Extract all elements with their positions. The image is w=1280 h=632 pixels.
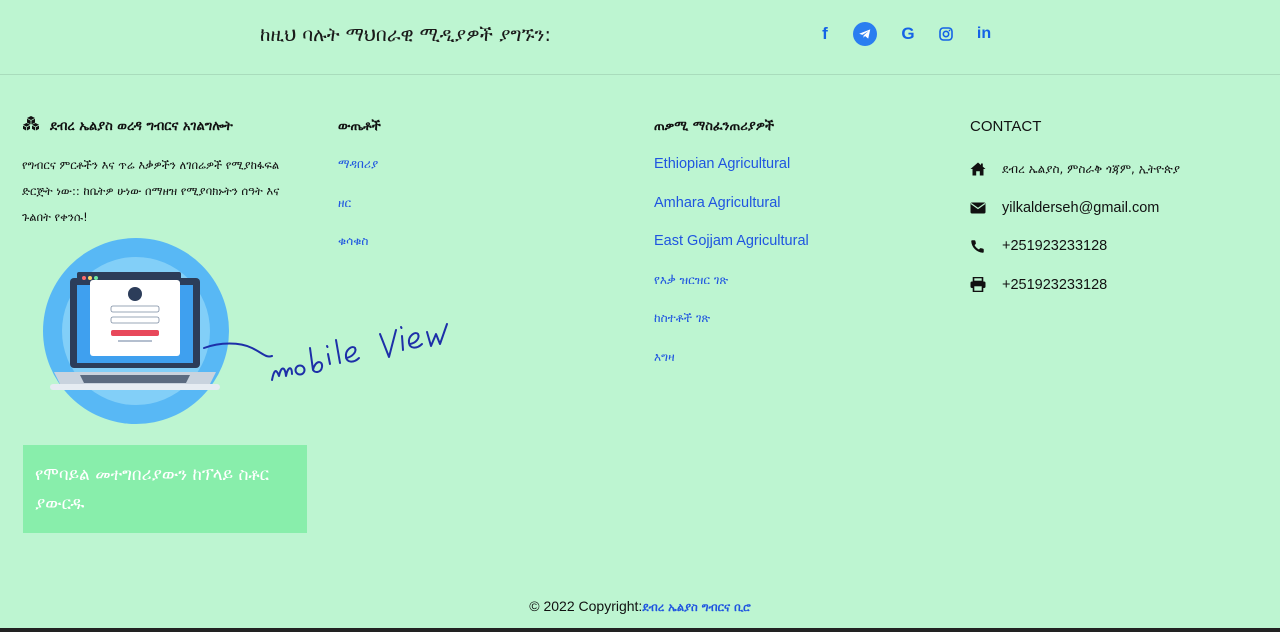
mobile-view-illustration bbox=[30, 236, 490, 436]
link-amhara-agricultural[interactable]: Amhara Agricultural bbox=[654, 189, 954, 228]
footer: © 2022 Copyright:ደብረ ኤልያስ ግብርና ቢሮ bbox=[0, 598, 1280, 615]
contact-address-text: ደብረ ኤልያስ, ምስራቅ ጎጃም, ኢትዮጵያ bbox=[1002, 161, 1181, 176]
contact-email-text[interactable]: yilkalderseh@gmail.com bbox=[1002, 200, 1159, 216]
social-bar: ከዚህ ባሉት ማህበራዊ ሚዲያዎች ያግኙን: f G in bbox=[0, 0, 1280, 75]
home-icon bbox=[970, 162, 1002, 176]
facebook-icon[interactable]: f bbox=[812, 20, 838, 48]
about-heading: ደብረ ኤልያስ ወረዳ ግብርና አገልግሎት bbox=[22, 116, 312, 138]
contact-fax: +251923233128 bbox=[970, 266, 1270, 305]
contact-section: CONTACT ደብረ ኤልያስ, ምስራቅ ጎጃም, ኢትዮጵያ yilkal… bbox=[970, 116, 1270, 304]
products-link-seed[interactable]: ዘር bbox=[338, 189, 598, 228]
about-title: ደብረ ኤልያስ ወረዳ ግብርና አገልግሎት bbox=[50, 119, 233, 134]
link-product-list-page[interactable]: የእቃ ዝርዝር ገጽ bbox=[654, 266, 954, 305]
contact-fax-text: +251923233128 bbox=[1002, 276, 1108, 293]
organization-link[interactable]: ደብረ ኤልያስ ግብርና ቢሮ bbox=[642, 600, 750, 614]
link-ethiopian-agricultural[interactable]: Ethiopian Agricultural bbox=[654, 150, 954, 189]
about-section: ደብረ ኤልያስ ወረዳ ግብርና አገልግሎት የግብርና ምርቶችን እና … bbox=[22, 116, 312, 230]
useful-links-heading: ጠቃሚ ማስፈንጠሪያዎች bbox=[654, 119, 775, 134]
products-link-fertilizer[interactable]: ማዳበሪያ bbox=[338, 150, 598, 189]
contact-phone-text[interactable]: +251923233128 bbox=[1002, 238, 1107, 254]
link-help[interactable]: እግዛ bbox=[654, 343, 954, 382]
contact-address: ደብረ ኤልያስ, ምስራቅ ጎጃም, ኢትዮጵያ bbox=[970, 150, 1270, 189]
products-heading: ውጤቶች bbox=[338, 119, 381, 134]
products-link-equipment[interactable]: ቁሳቁስ bbox=[338, 227, 598, 266]
contact-list: ደብረ ኤልያስ, ምስራቅ ጎጃም, ኢትዮጵያ yilkalderseh@g… bbox=[970, 150, 1270, 304]
google-icon[interactable]: G bbox=[895, 20, 921, 48]
useful-links-list: Ethiopian Agricultural Amhara Agricultur… bbox=[654, 150, 954, 381]
link-east-gojjam-agricultural[interactable]: East Gojjam Agricultural bbox=[654, 227, 954, 266]
useful-links-section: ጠቃሚ ማስፈንጠሪያዎች Ethiopian Agricultural Amh… bbox=[654, 116, 954, 381]
contact-heading: CONTACT bbox=[970, 118, 1042, 135]
link-events-page[interactable]: ከስተቶች ገጽ bbox=[654, 304, 954, 343]
print-icon bbox=[970, 277, 1002, 293]
phone-icon bbox=[970, 239, 1002, 254]
bottom-border bbox=[0, 628, 1280, 632]
play-store-download-button[interactable]: የሞባይል መተግበሪያውን ከፕላይ ስቶር ያውርዱ bbox=[23, 445, 307, 533]
instagram-icon[interactable] bbox=[933, 20, 959, 48]
social-title: ከዚህ ባሉት ማህበራዊ ሚዲያዎች ያግኙን: bbox=[260, 24, 551, 46]
products-list: ማዳበሪያ ዘር ቁሳቁስ bbox=[338, 150, 598, 266]
contact-email: yilkalderseh@gmail.com bbox=[970, 189, 1270, 228]
contact-phone: +251923233128 bbox=[970, 227, 1270, 266]
telegram-icon[interactable] bbox=[852, 20, 878, 48]
copyright-text: © 2022 Copyright: bbox=[529, 598, 643, 614]
envelope-icon bbox=[970, 202, 1002, 214]
linkedin-icon[interactable]: in bbox=[971, 20, 997, 48]
products-section: ውጤቶች ማዳበሪያ ዘር ቁሳቁስ bbox=[338, 116, 598, 266]
gear-cubes-icon bbox=[22, 115, 40, 139]
about-description: የግብርና ምርቶችን እና ጥሬ እቃዎችን ለገበሬዎች የሚያከፋፍል ድ… bbox=[22, 158, 280, 224]
